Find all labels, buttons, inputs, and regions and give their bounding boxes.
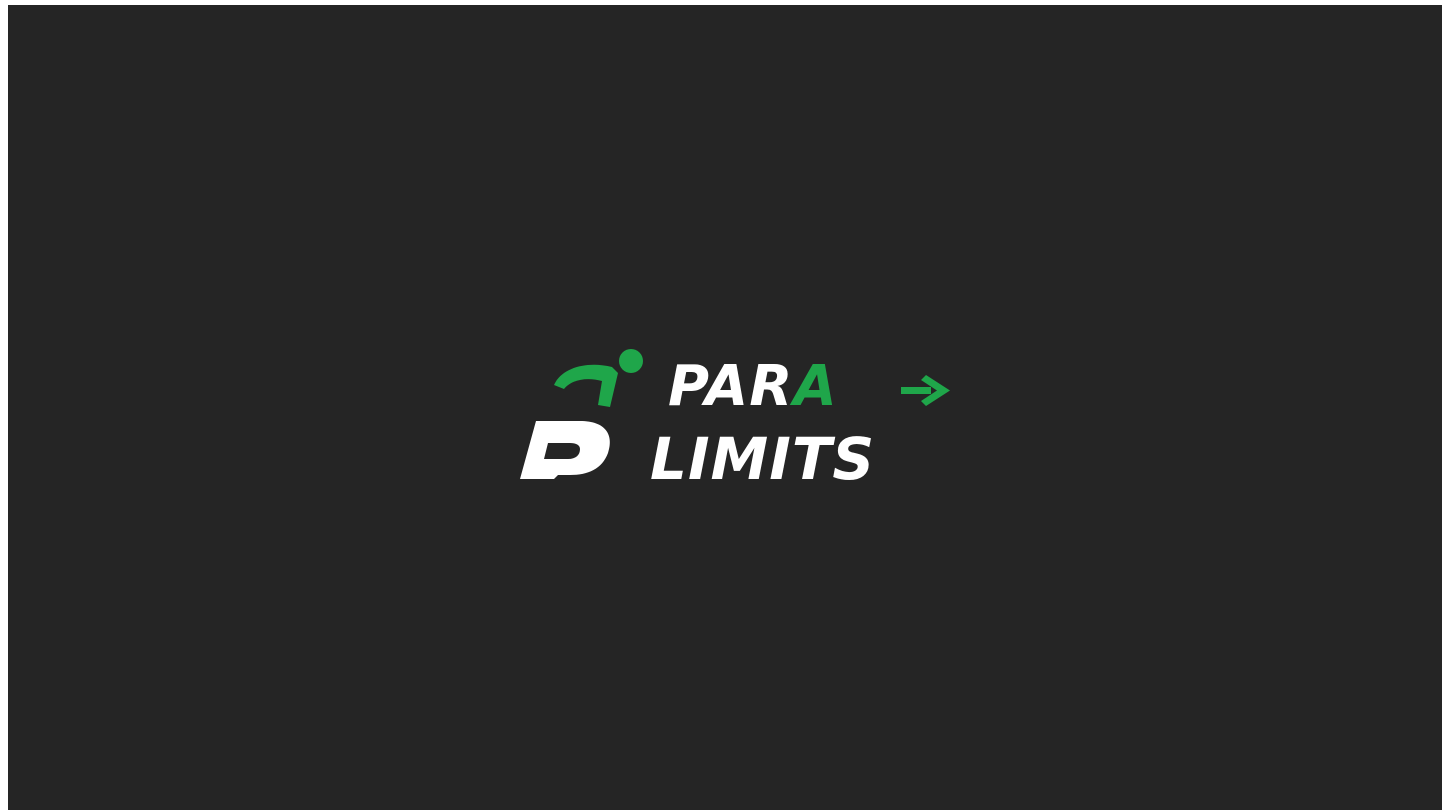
logo-word-limits: LIMITS (650, 425, 875, 485)
splash-screen: PARA LIMITS (8, 5, 1442, 810)
para-athlete-p-icon (520, 349, 643, 479)
logo-word-a: A (789, 354, 837, 419)
logo-word-par: PAR (668, 354, 793, 419)
svg-text:PARA: PARA (668, 354, 838, 419)
right-arrow-icon (901, 375, 950, 406)
para-limits-logo: PARA LIMITS (518, 343, 958, 485)
